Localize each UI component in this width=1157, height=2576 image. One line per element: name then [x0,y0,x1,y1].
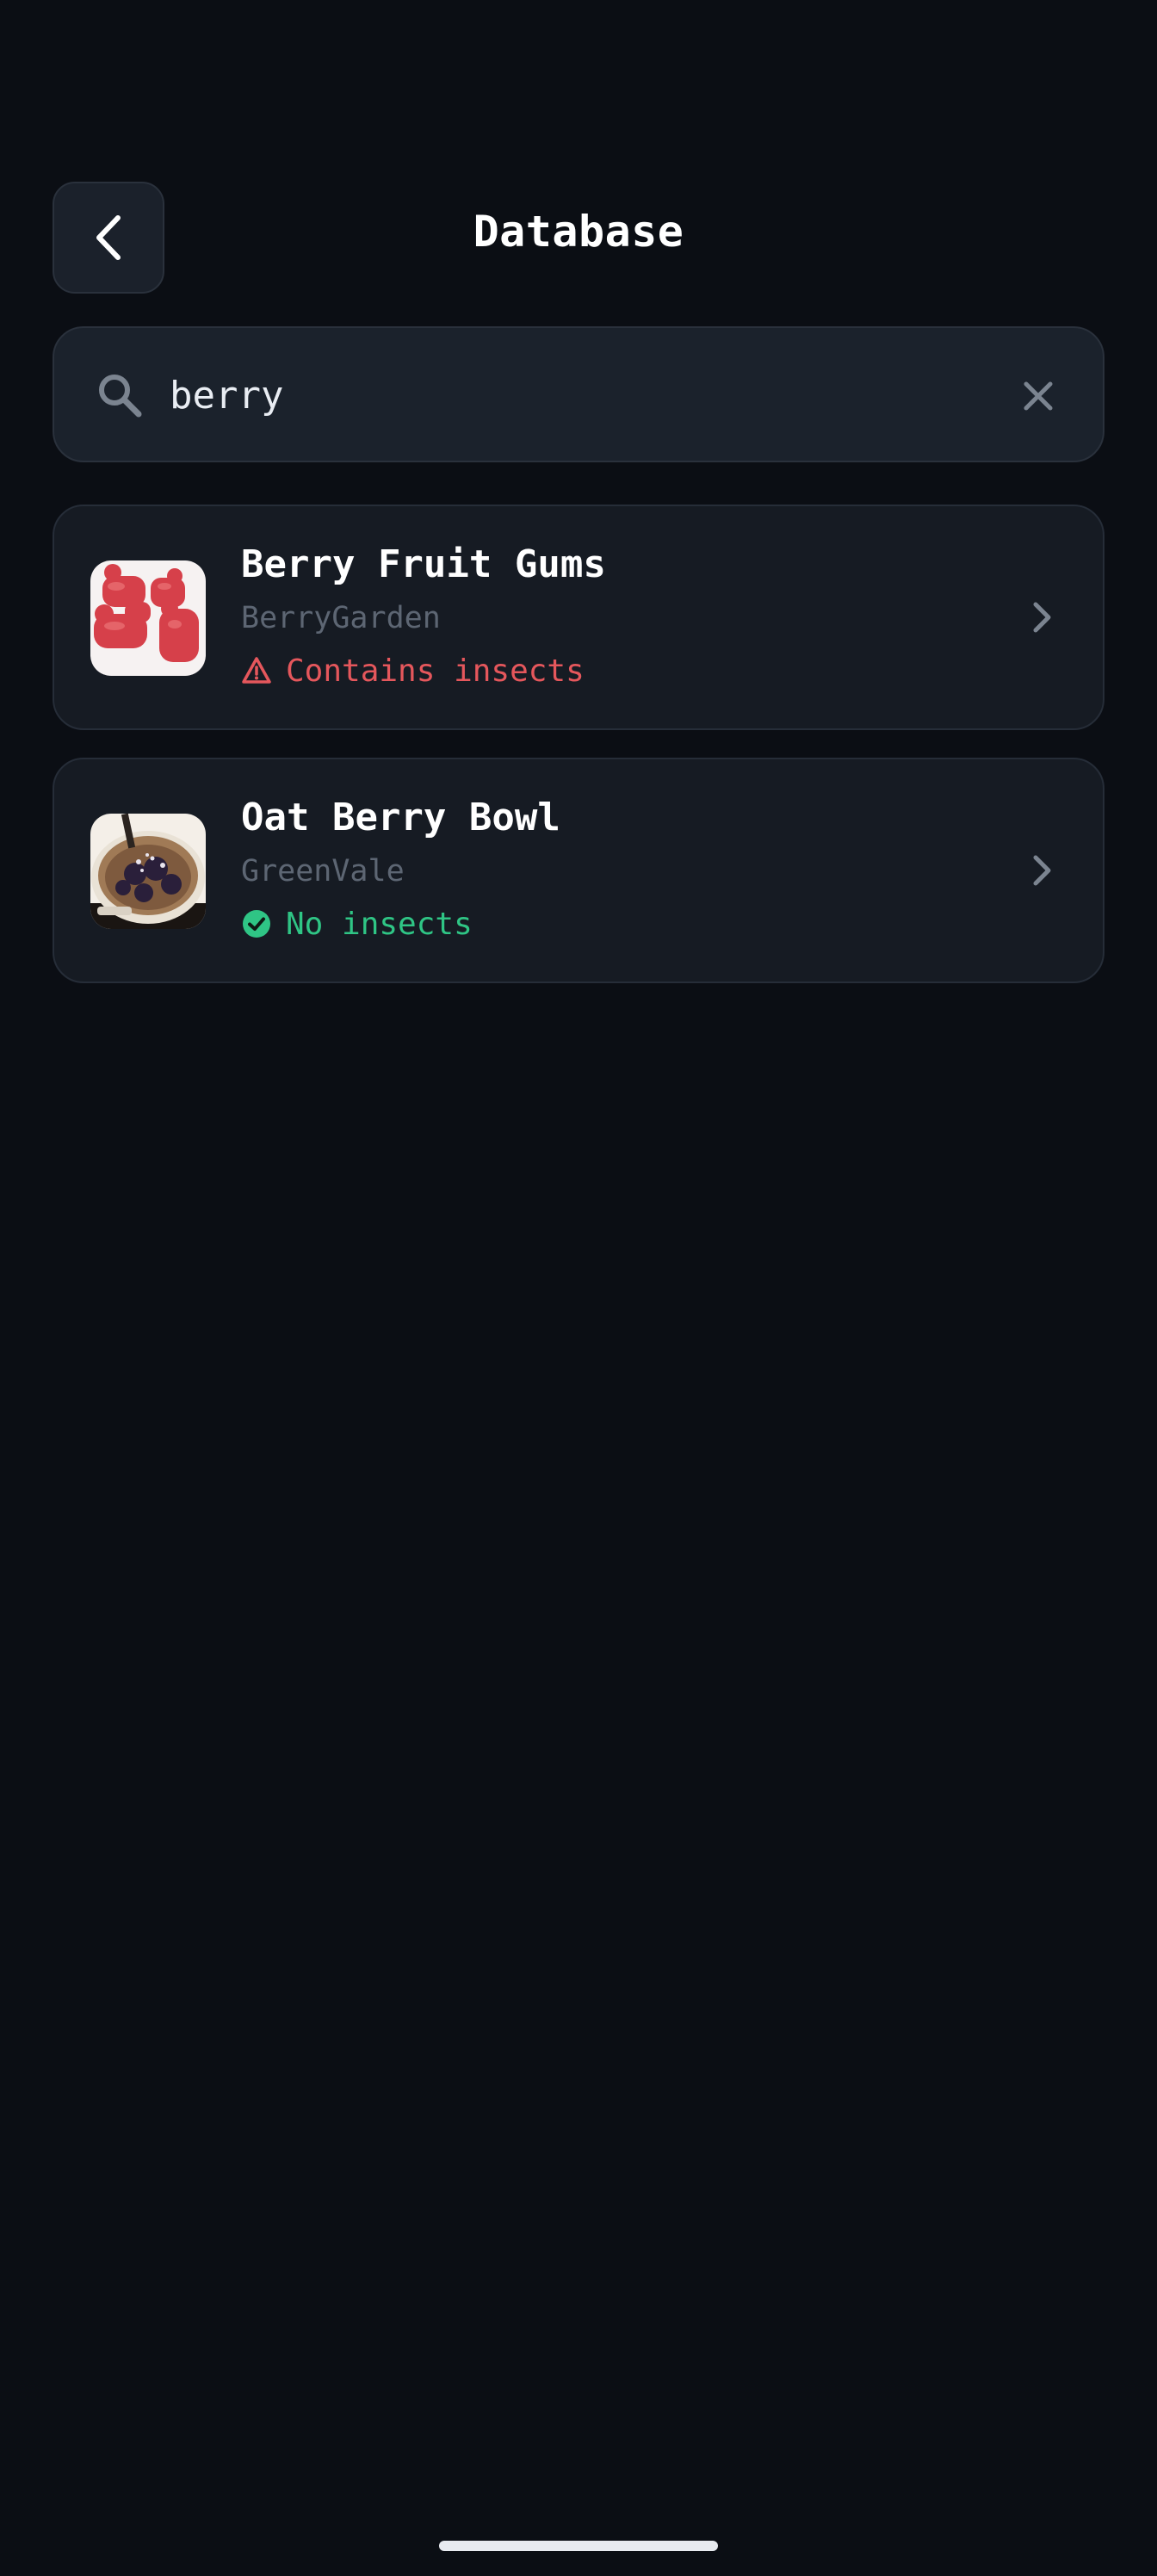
search-input[interactable] [170,362,944,428]
check-circle-icon [243,910,270,938]
clear-search-button[interactable] [1008,366,1068,426]
search-icon [99,375,142,418]
home-indicator[interactable] [439,2541,718,2551]
status-badge: No insects [241,904,473,944]
database-screen: Database berry Berry Fruit Gums BerryGar… [0,0,1157,2576]
chevron-right-icon [1033,855,1051,886]
product-thumbnail [90,560,206,676]
product-brand: BerryGarden [241,601,441,635]
chevron-right-icon [1033,602,1051,633]
product-brand: GreenVale [241,854,405,889]
status-text: Contains insects [286,653,585,689]
result-card-oat-berry-bowl[interactable]: Oat Berry Bowl GreenVale No insects [53,758,1104,983]
header: Database [0,0,1157,294]
product-name: Berry Fruit Gums [241,542,606,586]
product-name: Oat Berry Bowl [241,796,560,839]
status-text: No insects [286,906,473,942]
product-thumbnail [90,814,206,929]
status-badge: Contains insects [241,651,585,690]
page-title: Database [473,207,684,257]
result-card-berry-fruit-gums[interactable]: Berry Fruit Gums BerryGarden Contains in… [53,505,1104,730]
search-bar[interactable] [53,326,1104,462]
warning-triangle-icon [242,657,271,684]
close-icon [1024,381,1053,411]
